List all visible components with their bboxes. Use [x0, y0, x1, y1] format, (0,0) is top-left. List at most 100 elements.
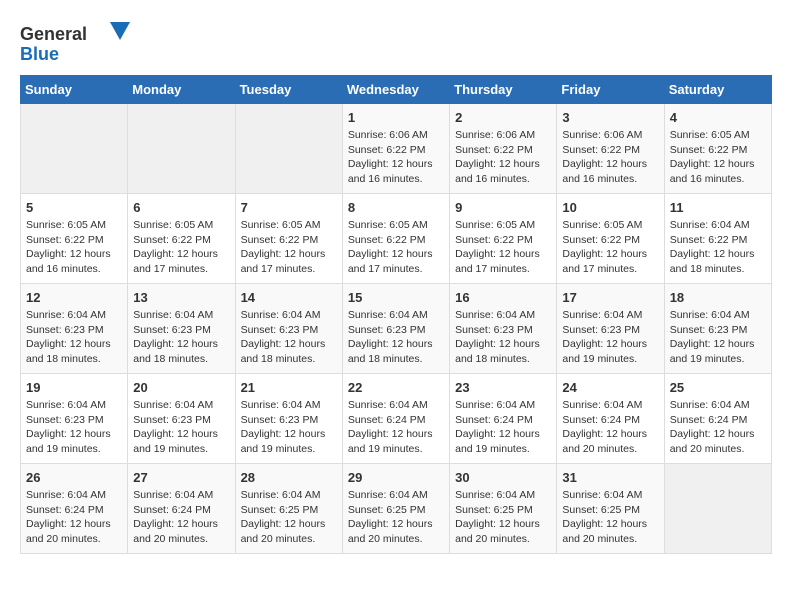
calendar-cell: 7Sunrise: 6:05 AMSunset: 6:22 PMDaylight… — [235, 194, 342, 284]
calendar-cell: 31Sunrise: 6:04 AMSunset: 6:25 PMDayligh… — [557, 464, 664, 554]
day-info: Daylight: 12 hours and 16 minutes. — [562, 157, 658, 186]
day-info: Sunset: 6:23 PM — [670, 323, 766, 338]
calendar-cell: 24Sunrise: 6:04 AMSunset: 6:24 PMDayligh… — [557, 374, 664, 464]
day-info: Daylight: 12 hours and 16 minutes. — [26, 247, 122, 276]
calendar-cell — [235, 104, 342, 194]
day-number: 30 — [455, 470, 551, 485]
day-number: 27 — [133, 470, 229, 485]
day-info: Sunrise: 6:04 AM — [26, 398, 122, 413]
day-number: 29 — [348, 470, 444, 485]
day-info: Daylight: 12 hours and 16 minutes. — [455, 157, 551, 186]
week-row-4: 19Sunrise: 6:04 AMSunset: 6:23 PMDayligh… — [21, 374, 772, 464]
calendar-cell: 30Sunrise: 6:04 AMSunset: 6:25 PMDayligh… — [450, 464, 557, 554]
day-number: 15 — [348, 290, 444, 305]
day-number: 17 — [562, 290, 658, 305]
day-number: 6 — [133, 200, 229, 215]
day-info: Sunset: 6:23 PM — [455, 323, 551, 338]
day-info: Sunset: 6:23 PM — [241, 323, 337, 338]
day-info: Sunrise: 6:06 AM — [455, 128, 551, 143]
day-info: Daylight: 12 hours and 20 minutes. — [26, 517, 122, 546]
day-info: Sunset: 6:23 PM — [241, 413, 337, 428]
day-info: Sunrise: 6:04 AM — [455, 308, 551, 323]
day-number: 16 — [455, 290, 551, 305]
svg-text:Blue: Blue — [20, 44, 59, 64]
day-info: Sunrise: 6:04 AM — [670, 308, 766, 323]
day-info: Daylight: 12 hours and 18 minutes. — [455, 337, 551, 366]
day-info: Sunset: 6:23 PM — [133, 323, 229, 338]
calendar-cell: 13Sunrise: 6:04 AMSunset: 6:23 PMDayligh… — [128, 284, 235, 374]
day-info: Sunrise: 6:04 AM — [670, 218, 766, 233]
calendar-cell: 29Sunrise: 6:04 AMSunset: 6:25 PMDayligh… — [342, 464, 449, 554]
day-info: Sunset: 6:22 PM — [670, 233, 766, 248]
day-number: 1 — [348, 110, 444, 125]
header-thursday: Thursday — [450, 76, 557, 104]
calendar-cell: 20Sunrise: 6:04 AMSunset: 6:23 PMDayligh… — [128, 374, 235, 464]
header-friday: Friday — [557, 76, 664, 104]
day-info: Daylight: 12 hours and 20 minutes. — [455, 517, 551, 546]
day-info: Sunrise: 6:06 AM — [348, 128, 444, 143]
day-number: 3 — [562, 110, 658, 125]
header-wednesday: Wednesday — [342, 76, 449, 104]
day-info: Sunrise: 6:04 AM — [455, 488, 551, 503]
day-info: Sunset: 6:22 PM — [562, 143, 658, 158]
day-number: 8 — [348, 200, 444, 215]
calendar-table: SundayMondayTuesdayWednesdayThursdayFrid… — [20, 75, 772, 554]
day-number: 28 — [241, 470, 337, 485]
day-info: Daylight: 12 hours and 17 minutes. — [455, 247, 551, 276]
day-info: Sunrise: 6:05 AM — [562, 218, 658, 233]
calendar-cell: 26Sunrise: 6:04 AMSunset: 6:24 PMDayligh… — [21, 464, 128, 554]
day-info: Sunrise: 6:05 AM — [670, 128, 766, 143]
day-info: Daylight: 12 hours and 17 minutes. — [348, 247, 444, 276]
day-info: Sunset: 6:24 PM — [26, 503, 122, 518]
day-info: Sunset: 6:25 PM — [241, 503, 337, 518]
day-number: 25 — [670, 380, 766, 395]
day-info: Sunrise: 6:04 AM — [241, 398, 337, 413]
calendar-header-row: SundayMondayTuesdayWednesdayThursdayFrid… — [21, 76, 772, 104]
day-number: 21 — [241, 380, 337, 395]
calendar-cell: 19Sunrise: 6:04 AMSunset: 6:23 PMDayligh… — [21, 374, 128, 464]
day-info: Sunrise: 6:05 AM — [26, 218, 122, 233]
calendar-cell: 12Sunrise: 6:04 AMSunset: 6:23 PMDayligh… — [21, 284, 128, 374]
day-info: Daylight: 12 hours and 18 minutes. — [670, 247, 766, 276]
calendar-cell: 21 Sunrise: 6:04 AMSunset: 6:23 PMDayligh… — [235, 374, 342, 464]
day-number: 11 — [670, 200, 766, 215]
calendar-cell: 17Sunrise: 6:04 AMSunset: 6:23 PMDayligh… — [557, 284, 664, 374]
day-number: 9 — [455, 200, 551, 215]
calendar-cell: 25Sunrise: 6:04 AMSunset: 6:24 PMDayligh… — [664, 374, 771, 464]
day-info: Daylight: 12 hours and 18 minutes. — [241, 337, 337, 366]
header-saturday: Saturday — [664, 76, 771, 104]
day-number: 12 — [26, 290, 122, 305]
calendar-cell — [21, 104, 128, 194]
svg-text:General: General — [20, 24, 87, 44]
calendar-cell: 28Sunrise: 6:04 AMSunset: 6:25 PMDayligh… — [235, 464, 342, 554]
day-info: Sunset: 6:23 PM — [26, 413, 122, 428]
calendar-cell — [664, 464, 771, 554]
day-info: Sunset: 6:22 PM — [133, 233, 229, 248]
day-info: Sunset: 6:23 PM — [26, 323, 122, 338]
day-info: Daylight: 12 hours and 18 minutes. — [26, 337, 122, 366]
day-info: Daylight: 12 hours and 20 minutes. — [241, 517, 337, 546]
day-info: Sunrise: 6:04 AM — [348, 308, 444, 323]
day-number: 4 — [670, 110, 766, 125]
day-info: Daylight: 12 hours and 19 minutes. — [562, 337, 658, 366]
day-info: Sunrise: 6:04 AM — [133, 398, 229, 413]
day-number: 26 — [26, 470, 122, 485]
day-number: 18 — [670, 290, 766, 305]
header-sunday: Sunday — [21, 76, 128, 104]
day-info: Sunset: 6:22 PM — [348, 233, 444, 248]
day-info: Daylight: 12 hours and 19 minutes. — [241, 427, 337, 456]
day-info: Daylight: 12 hours and 20 minutes. — [133, 517, 229, 546]
calendar-cell: 14Sunrise: 6:04 AMSunset: 6:23 PMDayligh… — [235, 284, 342, 374]
day-number: 10 — [562, 200, 658, 215]
day-info: Sunrise: 6:05 AM — [133, 218, 229, 233]
day-number: 24 — [562, 380, 658, 395]
day-info: Daylight: 12 hours and 16 minutes. — [348, 157, 444, 186]
day-info: Sunset: 6:24 PM — [562, 413, 658, 428]
week-row-5: 26Sunrise: 6:04 AMSunset: 6:24 PMDayligh… — [21, 464, 772, 554]
day-info: Daylight: 12 hours and 20 minutes. — [562, 517, 658, 546]
day-number: 19 — [26, 380, 122, 395]
day-info: Sunset: 6:24 PM — [133, 503, 229, 518]
calendar-cell: 4Sunrise: 6:05 AMSunset: 6:22 PMDaylight… — [664, 104, 771, 194]
day-info: Sunrise: 6:04 AM — [562, 308, 658, 323]
page-header: GeneralBlue — [20, 20, 772, 65]
